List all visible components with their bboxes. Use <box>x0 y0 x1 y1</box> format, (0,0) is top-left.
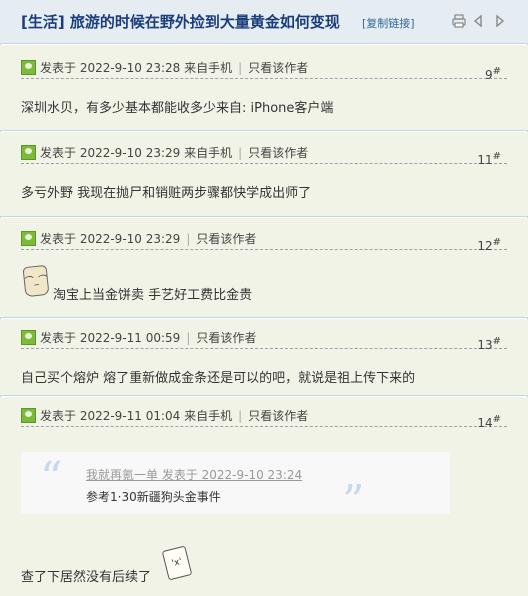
only-author-link[interactable]: 只看该作者 <box>248 146 308 160</box>
post-9 <box>0 45 528 131</box>
floor-number[interactable]: 14# <box>477 411 501 432</box>
post-meta: 发表于 2022-9-11 01:04 来自手机 | 只看该作者 14# <box>21 407 507 430</box>
floor-number[interactable]: 11# <box>477 148 501 169</box>
post-meta: 发表于 2022-9-10 23:28 来自手机 | 只看该作者 9# <box>21 59 507 82</box>
copy-link[interactable]: [复制链接] <box>362 15 415 31</box>
post-meta: 发表于 2022-9-11 00:59 | 只看该作者 13# <box>21 329 507 352</box>
post-content: 多亏外野 我现在抛尸和销赃两步骤都快学成出师了 <box>21 186 312 201</box>
post-content: 查了下居然没有后续了 <box>21 570 152 585</box>
floor-number[interactable]: 12# <box>477 234 501 255</box>
post-meta: 发表于 2022-9-10 23:29 | 只看该作者 12# <box>21 230 507 253</box>
post-time: 发表于 2022-9-10 23:29 来自手机 <box>40 146 233 160</box>
post-content: 深圳水贝，有多少基本都能收多少来自: iPhone客户端 <box>21 101 334 116</box>
user-online-icon <box>21 231 36 246</box>
post-time: 发表于 2022-9-11 01:04 来自手机 <box>40 409 233 423</box>
floor-number[interactable]: 13# <box>477 333 501 354</box>
user-online-icon <box>21 330 36 345</box>
next-arrow-icon[interactable] <box>491 13 507 29</box>
post-time: 发表于 2022-9-10 23:29 <box>40 232 181 246</box>
post-meta: 发表于 2022-9-10 23:29 来自手机 | 只看该作者 11# <box>21 144 507 167</box>
only-author-link[interactable]: 只看该作者 <box>196 331 256 345</box>
quote-source-link[interactable]: 我就再氪一单 发表于 2022-9-10 23:24 <box>86 466 302 483</box>
thread-title: [生活] 旅游的时候在野外捡到大量黄金如何变现 <box>21 13 340 31</box>
quote-text: 参考1·30新疆狗头金事件 <box>86 490 221 504</box>
post-content: 自己买个熔炉 熔了重新做成金条还是可以的吧，就说是祖上传下来的 <box>21 371 416 386</box>
only-author-link[interactable]: 只看该作者 <box>248 409 308 423</box>
post-time: 发表于 2022-9-11 00:59 <box>40 331 181 345</box>
floor-number[interactable]: 9# <box>485 63 501 84</box>
printer-icon[interactable] <box>451 13 467 29</box>
only-author-link[interactable]: 只看该作者 <box>196 232 256 246</box>
face-emoticon-icon: ⌒_⌒ <box>22 264 50 298</box>
thread-header: [生活] 旅游的时候在野外捡到大量黄金如何变现 [复制链接] <box>0 0 528 44</box>
user-online-icon <box>21 145 36 160</box>
only-author-link[interactable]: 只看该作者 <box>248 61 308 75</box>
prev-arrow-icon[interactable] <box>471 13 487 29</box>
post-time: 发表于 2022-9-10 23:28 来自手机 <box>40 61 233 75</box>
quote-open-icon: “ <box>40 453 63 504</box>
user-online-icon <box>21 60 36 75</box>
post-content: 淘宝上当金饼卖 手艺好工费比金贵 <box>53 288 253 303</box>
user-online-icon <box>21 408 36 423</box>
quote-close-icon: ” <box>342 476 365 527</box>
